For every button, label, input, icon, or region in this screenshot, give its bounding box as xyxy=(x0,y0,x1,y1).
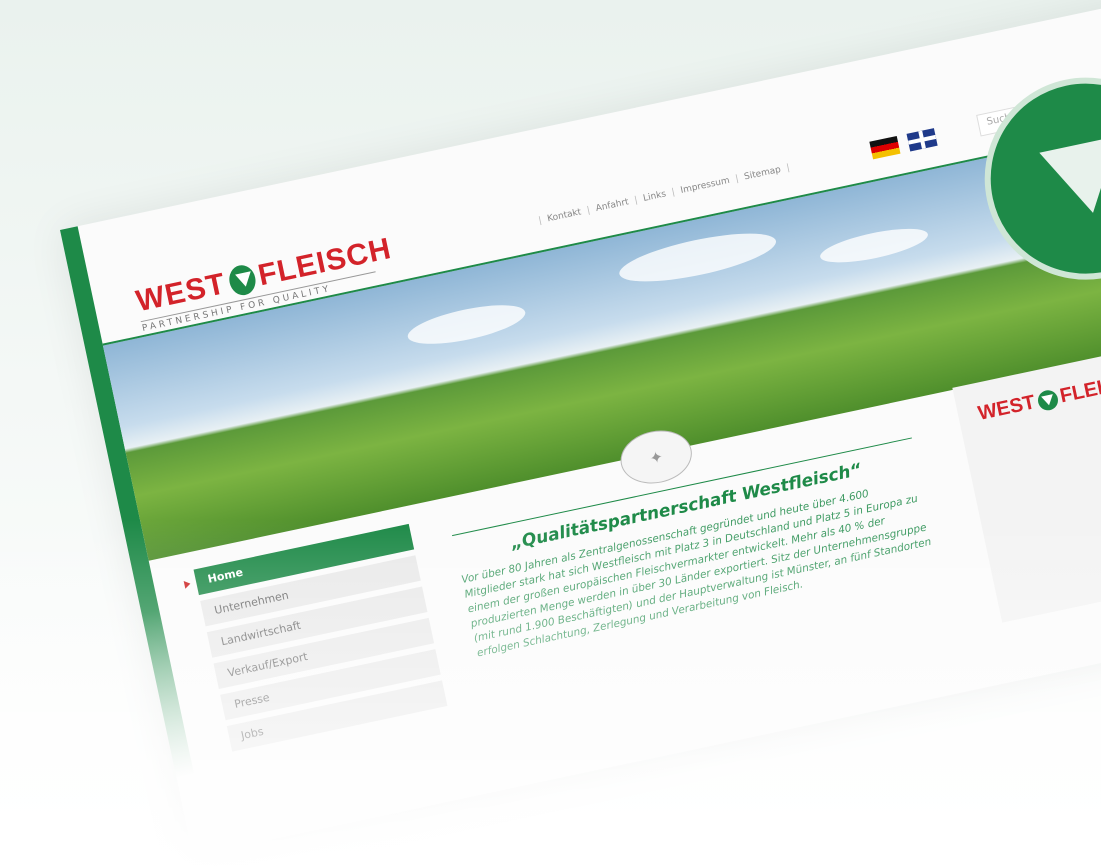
language-switcher xyxy=(869,128,938,160)
header-banner xyxy=(102,58,1101,561)
topnav-kontakt[interactable]: Kontakt xyxy=(546,207,582,224)
website-card: WEST FLEISCH PARTNERSHIP FOR QUALITY | K… xyxy=(60,0,1101,857)
brand-emblem-icon xyxy=(965,58,1101,299)
active-arrow-icon xyxy=(183,579,192,589)
topnav-anfahrt[interactable]: Anfahrt xyxy=(595,197,630,214)
topnav-impressum[interactable]: Impressum xyxy=(680,176,731,196)
topnav-links[interactable]: Links xyxy=(642,189,667,204)
logo-emblem-icon xyxy=(226,262,258,298)
side-menu: Home Unternehmen Landwirtschaft Verkauf/… xyxy=(183,523,449,758)
uk-flag-icon[interactable] xyxy=(906,128,938,152)
topnav-sitemap[interactable]: Sitemap xyxy=(743,165,782,183)
german-flag-icon[interactable] xyxy=(869,135,901,160)
promo-logo-emblem-icon xyxy=(1035,388,1060,412)
